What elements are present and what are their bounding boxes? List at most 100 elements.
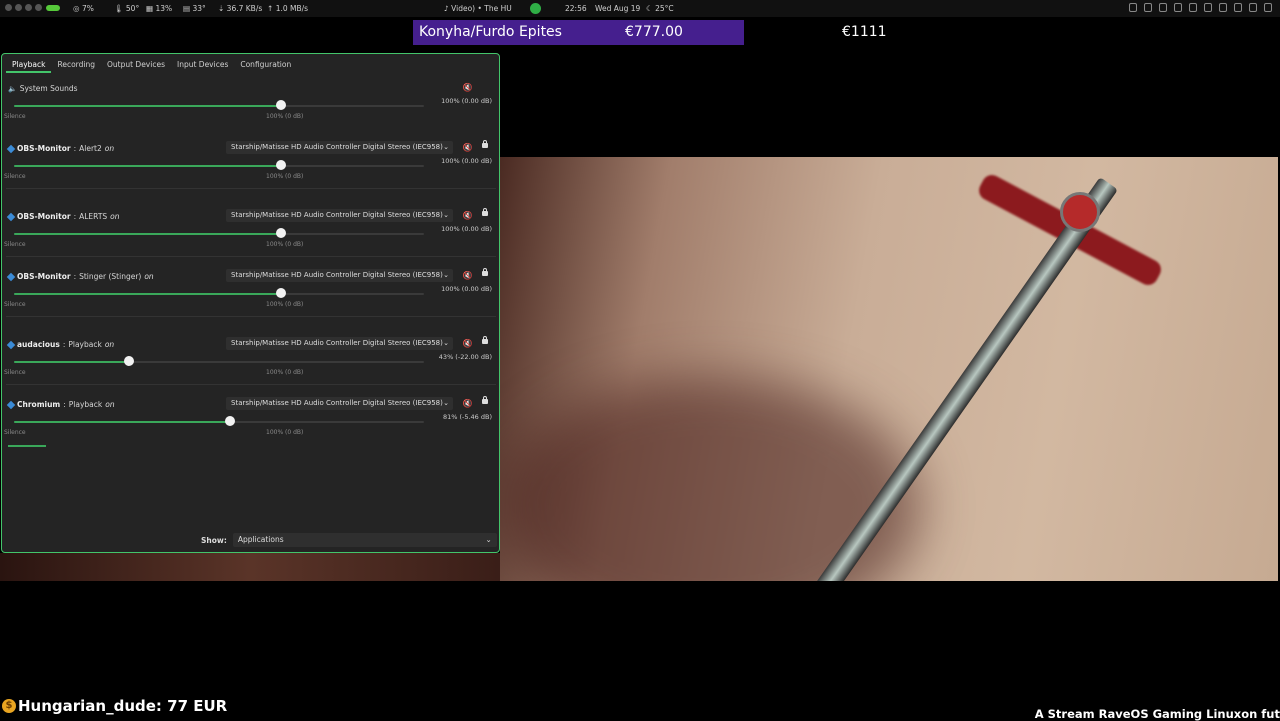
date[interactable]: Wed Aug 19 (595, 4, 640, 13)
video-bottom-strip (0, 553, 500, 581)
mute-button-icon[interactable]: 🔇 (462, 338, 473, 349)
volume-fill (14, 105, 281, 107)
hundred-percent-label: 100% (0 dB) (266, 369, 304, 376)
output-device-select[interactable]: Starship/Matisse HD Audio Controller Dig… (226, 209, 453, 222)
stream-header: Chromium : Playback on (6, 400, 115, 409)
donation-goal-amount: €777.00 (625, 24, 683, 40)
workspace-1[interactable] (5, 4, 12, 11)
volume-slider-handle[interactable] (224, 416, 235, 426)
mute-button-icon[interactable]: 🔇 (462, 270, 473, 281)
stream-header: OBS-Monitor : Alert2 on (6, 144, 114, 153)
row-divider (6, 188, 496, 189)
hundred-percent-label: 100% (0 dB) (266, 113, 304, 120)
volume-slider-handle[interactable] (275, 160, 286, 170)
output-device-select[interactable]: Starship/Matisse HD Audio Controller Dig… (226, 269, 453, 282)
lock-channels-icon[interactable] (482, 140, 488, 148)
stream-separator: : (73, 272, 77, 281)
system-sounds-header: 🔈 System Sounds (8, 84, 78, 93)
tray-icon-8[interactable] (1234, 3, 1242, 12)
lock-channels-icon[interactable] (482, 208, 488, 216)
stream-title: Stinger (Stinger) (79, 272, 142, 281)
volume-percent: 100% (0.00 dB) (441, 97, 492, 105)
music-player-icon[interactable] (530, 3, 541, 14)
tab-playback[interactable]: Playback (6, 57, 52, 73)
media-title[interactable]: ♪ Video) • The HU (444, 4, 512, 13)
volume-slider[interactable] (14, 288, 424, 298)
workspace-3[interactable] (25, 4, 32, 11)
tab-recording[interactable]: Recording (51, 57, 101, 73)
chevron-down-icon: ⌄ (443, 271, 449, 279)
stream-row: OBS-Monitor : ALERTS on Starship/Matisse… (4, 208, 496, 269)
tray-icon-10[interactable] (1264, 3, 1272, 12)
tray-icon-1[interactable] (1129, 3, 1137, 12)
gpu-temp-indicator: ▤ 33° (183, 4, 206, 13)
cpu-temp-indicator: 🌡 50° (114, 4, 140, 13)
tab-input-devices[interactable]: Input Devices (171, 57, 234, 73)
chevron-down-icon: ⌄ (443, 211, 449, 219)
coin-icon: $ (2, 699, 16, 713)
stream-header: audacious : Playback on (6, 340, 115, 349)
tray-icon-7[interactable] (1219, 3, 1227, 12)
hundred-percent-label: 100% (0 dB) (266, 241, 304, 248)
mute-button-icon[interactable]: 🔇 (462, 398, 473, 409)
tray-icon-5[interactable] (1189, 3, 1197, 12)
volume-slider-handle[interactable] (123, 356, 134, 366)
volume-percent: 100% (0.00 dB) (441, 285, 492, 293)
lock-channels-icon[interactable] (482, 396, 488, 404)
output-device-select[interactable]: Starship/Matisse HD Audio Controller Dig… (226, 397, 453, 410)
volume-slider[interactable] (14, 356, 424, 366)
output-device-select[interactable]: Starship/Matisse HD Audio Controller Dig… (226, 141, 453, 154)
volume-slider-handle[interactable] (275, 100, 286, 110)
workspace-dots[interactable] (5, 4, 42, 11)
hundred-percent-label: 100% (0 dB) (266, 173, 304, 180)
lock-channels-icon[interactable] (482, 268, 488, 276)
hundred-percent-label: 100% (0 dB) (266, 429, 304, 436)
app-diamond-icon (6, 340, 16, 349)
output-device-select[interactable]: Starship/Matisse HD Audio Controller Dig… (226, 337, 453, 350)
silence-label: Silence (4, 113, 26, 120)
volume-slider-handle[interactable] (275, 228, 286, 238)
silence-label: Silence (4, 173, 26, 180)
stream-title: Playback (68, 340, 102, 349)
tray-icon-4[interactable] (1174, 3, 1182, 12)
workspace-4[interactable] (35, 4, 42, 11)
chat-alert-text: Hungarian_dude: 77 EUR (18, 697, 228, 715)
volume-slider-handle[interactable] (275, 288, 286, 298)
stream-row: audacious : Playback on Starship/Matisse… (4, 336, 496, 397)
mute-button-icon[interactable]: 🔇 (462, 82, 473, 93)
stream-title: Alert2 (79, 144, 102, 153)
mute-button-icon[interactable]: 🔇 (462, 142, 473, 153)
show-filter: Show: Applications ⌄ (201, 533, 497, 547)
stream-app-name: audacious (17, 340, 60, 349)
tray-icon-9[interactable] (1249, 3, 1257, 12)
stream-state: on (104, 340, 115, 349)
memory-indicator: ▦ 13% (146, 4, 173, 13)
volume-percent: 100% (0.00 dB) (441, 225, 492, 233)
weather-indicator[interactable]: ☾ 25°C (646, 4, 674, 13)
tray-icon-3[interactable] (1159, 3, 1167, 12)
show-select[interactable]: Applications ⌄ (232, 533, 497, 547)
volume-slider[interactable] (14, 416, 424, 426)
workspace-2[interactable] (15, 4, 22, 11)
cpu-value: 7% (81, 4, 94, 13)
tab-output-devices[interactable]: Output Devices (101, 57, 171, 73)
cpu-indicator: ◎ 7% (73, 4, 94, 13)
weather-value: 25°C (655, 4, 674, 13)
show-label: Show: (201, 535, 227, 545)
volume-fill (14, 293, 281, 295)
tab-configuration[interactable]: Configuration (234, 57, 297, 73)
video-capture (500, 157, 1278, 581)
clock[interactable]: 22:56 (565, 4, 587, 13)
lock-channels-icon[interactable] (482, 336, 488, 344)
tray-icon-2[interactable] (1144, 3, 1152, 12)
stream-app-name: OBS-Monitor (17, 212, 71, 221)
mute-button-icon[interactable]: 🔇 (462, 210, 473, 221)
silence-label: Silence (4, 241, 26, 248)
tray-icon-6[interactable] (1204, 3, 1212, 12)
volume-slider[interactable] (14, 160, 424, 170)
volume-slider[interactable] (14, 100, 424, 110)
net-up-value: 1.0 MB/s (275, 4, 309, 13)
volume-slider[interactable] (14, 228, 424, 238)
silence-label: Silence (4, 369, 26, 376)
active-workspace-indicator[interactable] (46, 5, 60, 11)
